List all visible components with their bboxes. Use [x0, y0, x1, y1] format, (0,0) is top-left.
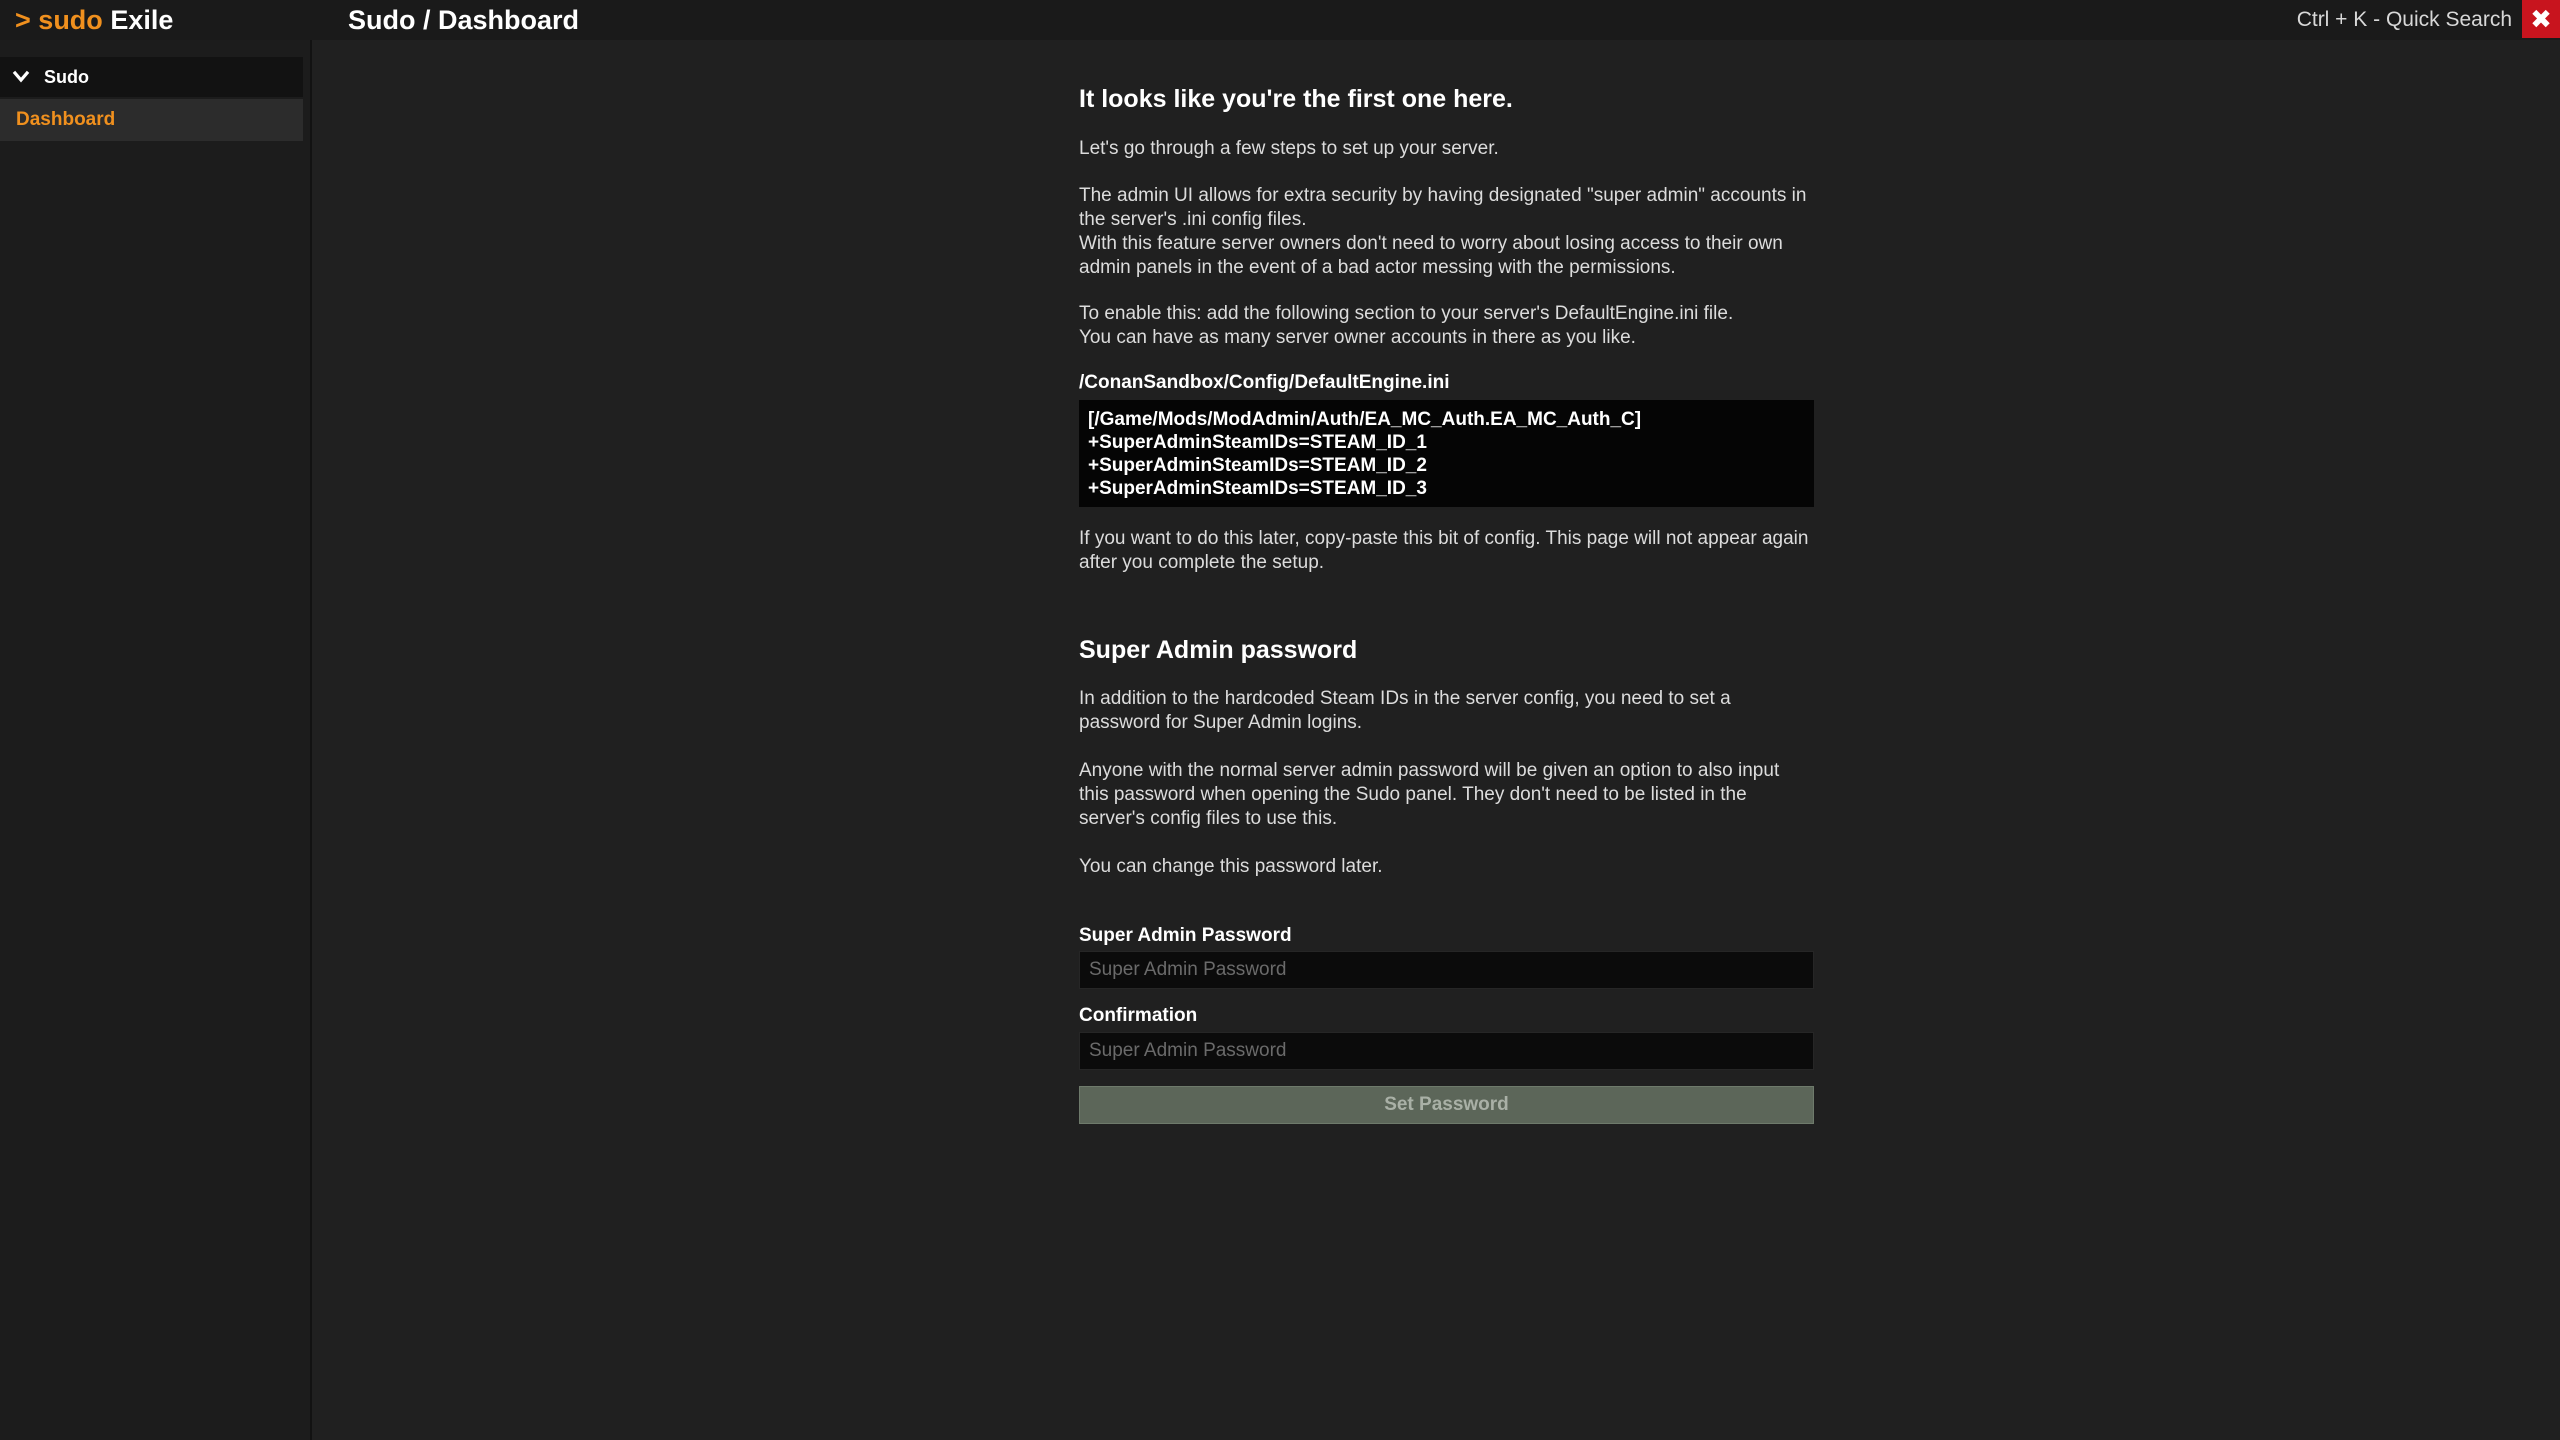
enable-paragraph: To enable this: add the following sectio… [1079, 302, 1814, 350]
enable-text-1: To enable this: add the following sectio… [1079, 303, 1734, 324]
confirmation-password-input[interactable] [1079, 1032, 1814, 1070]
password-info-1: In addition to the hardcoded Steam IDs i… [1079, 688, 1731, 733]
top-bar: > sudo Exile Sudo / Dashboard Ctrl + K -… [0, 0, 2560, 40]
sidebar-group-sudo[interactable]: Sudo [0, 57, 303, 97]
security-text-2: With this feature server owners don't ne… [1079, 233, 1783, 278]
brand-name: Exile [110, 5, 174, 35]
set-password-button[interactable]: Set Password [1079, 1086, 1814, 1124]
config-line: +SuperAdminSteamIDs=STEAM_ID_2 [1088, 455, 1427, 476]
confirmation-field-label: Confirmation [1079, 1005, 1198, 1026]
sidebar-item-dashboard[interactable]: Dashboard [0, 99, 303, 141]
password-info-2: Anyone with the normal server admin pass… [1079, 760, 1780, 829]
password-info-3: You can change this password later. [1079, 856, 1383, 877]
brand-prompt: > [15, 5, 31, 35]
password-field-label: Super Admin Password [1079, 925, 1292, 946]
sidebar-group-label: Sudo [44, 67, 89, 87]
quick-search-hint[interactable]: Ctrl + K - Quick Search [2297, 8, 2512, 32]
close-icon: ✖ [2530, 4, 2552, 34]
password-section-title: Super Admin password [1079, 636, 1358, 664]
sidebar: Sudo Dashboard [0, 40, 312, 1440]
security-paragraph: The admin UI allows for extra security b… [1079, 184, 1814, 280]
super-admin-password-input[interactable] [1079, 951, 1814, 989]
config-line: +SuperAdminSteamIDs=STEAM_ID_1 [1088, 432, 1427, 453]
config-file-path: /ConanSandbox/Config/DefaultEngine.ini [1079, 372, 1450, 393]
config-line: +SuperAdminSteamIDs=STEAM_ID_3 [1088, 478, 1427, 499]
breadcrumb: Sudo / Dashboard [348, 5, 580, 35]
security-text-1: The admin UI allows for extra security b… [1079, 185, 1807, 230]
page-title: It looks like you're the first one here. [1079, 85, 1513, 113]
config-code-block[interactable]: [/Game/Mods/ModAdmin/Auth/EA_MC_Auth.EA_… [1079, 400, 1814, 507]
enable-text-2: You can have as many server owner accoun… [1079, 327, 1636, 348]
chevron-down-icon [12, 63, 32, 91]
later-note: If you want to do this later, copy-paste… [1079, 528, 1809, 573]
close-button[interactable]: ✖ [2522, 0, 2560, 38]
brand-sudo: sudo [38, 5, 103, 35]
intro-text: Let's go through a few steps to set up y… [1079, 138, 1499, 159]
config-line: [/Game/Mods/ModAdmin/Auth/EA_MC_Auth.EA_… [1088, 409, 1642, 430]
app-logo: > sudo Exile [15, 4, 173, 36]
sidebar-item-label: Dashboard [16, 109, 116, 130]
